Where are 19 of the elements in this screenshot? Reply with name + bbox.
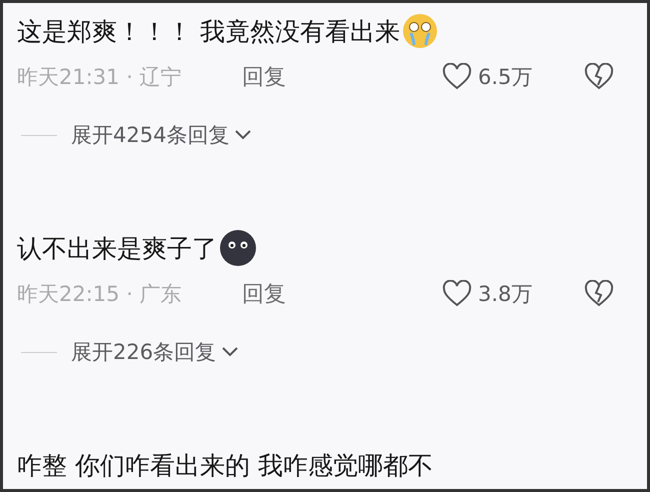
expand-replies-button[interactable]: 展开4254条回复 (71, 121, 254, 149)
like-count: 3.8万 (478, 281, 532, 308)
reply-link[interactable]: 回复 (242, 62, 442, 92)
expand-replies-button[interactable]: 展开226条回复 (71, 338, 240, 366)
comment-text: 这是郑爽！！！ 我竟然没有看出来 (17, 16, 400, 48)
comment-time-location: 昨天22:15 · 广东 (17, 281, 183, 308)
comment-text: 咋整 你们咋看出来的 我咋感觉哪都不 (17, 450, 433, 482)
heart-icon[interactable] (442, 63, 472, 91)
comment-text: 认不出来是爽子了 (17, 232, 217, 264)
dark-face-emoji-icon (219, 229, 257, 267)
chevron-down-icon (233, 128, 254, 142)
crying-emoji-icon (402, 13, 438, 49)
broken-heart-icon[interactable] (584, 63, 614, 91)
broken-heart-icon[interactable] (584, 280, 614, 308)
chevron-down-icon (220, 345, 240, 359)
like-count: 6.5万 (478, 64, 532, 91)
reply-link[interactable]: 回复 (242, 279, 442, 309)
comment-time-location: 昨天21:31 · 辽宁 (17, 64, 183, 91)
heart-icon[interactable] (442, 280, 472, 308)
